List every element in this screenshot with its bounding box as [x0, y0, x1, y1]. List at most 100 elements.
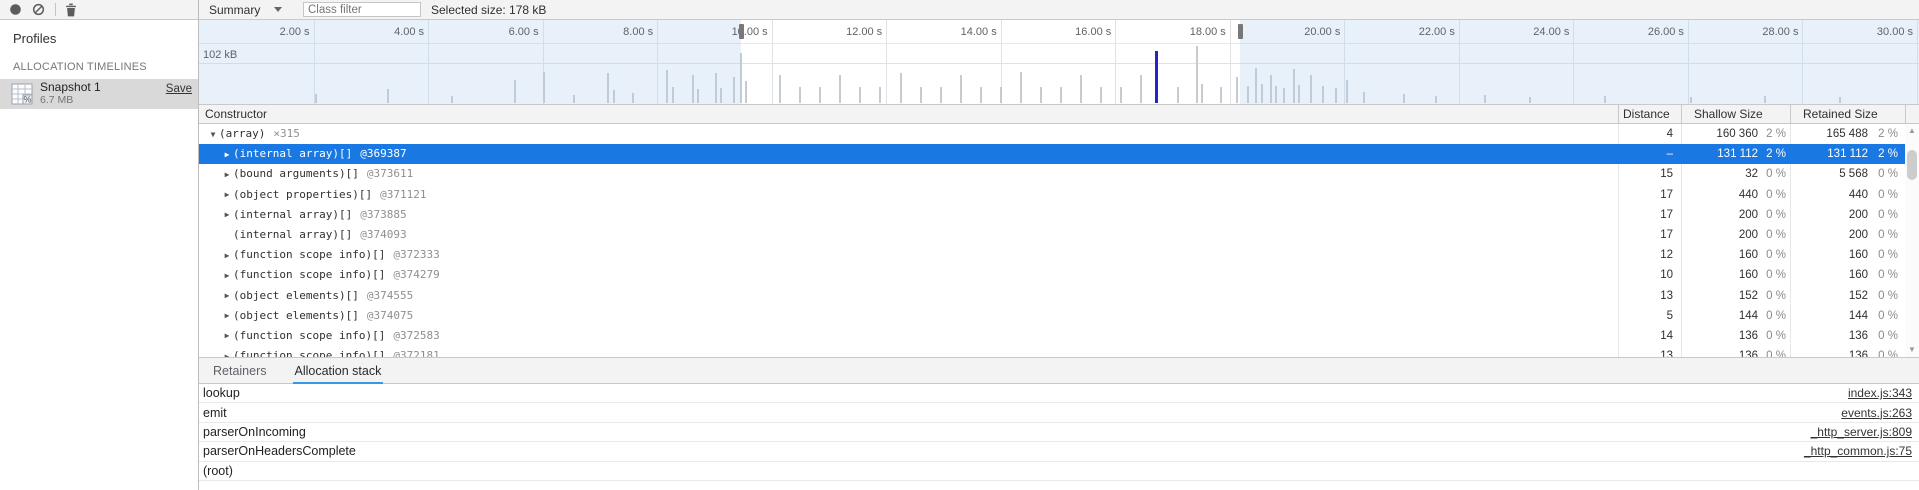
record-button[interactable] — [7, 2, 24, 18]
timeline-bar — [879, 87, 881, 103]
stack-frame-row[interactable]: parserOnIncoming_http_server.js:809 — [199, 423, 1919, 442]
timeline-bar — [1020, 72, 1022, 103]
allocation-timeline-overview[interactable]: 102 kB 2.00 s4.00 s6.00 s8.00 s10.00 s12… — [199, 20, 1919, 104]
stack-frame-row[interactable]: lookupindex.js:343 — [199, 384, 1919, 403]
grid-scrollbar[interactable]: ▲ ▼ — [1905, 124, 1919, 357]
column-header-constructor[interactable]: Constructor — [205, 107, 267, 121]
distance-value: 5 — [1619, 306, 1673, 326]
column-header-retained-size[interactable]: Retained Size — [1803, 107, 1878, 121]
stack-frame-row[interactable]: (root) — [199, 462, 1919, 481]
tab-allocation-stack[interactable]: Allocation stack — [293, 358, 384, 383]
stack-frame-row[interactable]: parserOnHeadersComplete _http_common.js:7… — [199, 442, 1919, 461]
perspective-select[interactable]: Summary — [209, 3, 297, 17]
profiles-title: Profiles — [0, 20, 198, 46]
time-tick-label: 12.00 s — [800, 26, 882, 39]
timeline-gridline — [772, 20, 773, 104]
table-row[interactable]: ▶(internal array)[]@373885172000 %2000 % — [199, 205, 1919, 225]
scroll-up-arrow-icon[interactable]: ▲ — [1905, 125, 1919, 137]
collapse-arrow-icon[interactable]: ▶ — [221, 145, 233, 165]
source-location-link[interactable]: _http_common.js:75 — [1804, 444, 1912, 458]
object-id: @374279 — [393, 268, 439, 281]
source-location-link[interactable]: events.js:263 — [1841, 406, 1912, 420]
shallow-size-value: 160 — [1684, 245, 1758, 265]
constructor-name: (bound arguments)[] — [233, 167, 359, 180]
shallow-size-value: 152 — [1684, 286, 1758, 306]
table-row[interactable]: ▶(internal array)[]@369387–131 1122 %131… — [199, 144, 1919, 164]
shallow-size-percent: 0 % — [1760, 346, 1786, 357]
stack-frame-name: parserOnHeadersComplete — [203, 444, 356, 458]
retained-size-value: 136 — [1794, 346, 1868, 357]
timeline-gridline — [1230, 20, 1231, 104]
shallow-size-value: 200 — [1684, 225, 1758, 245]
table-row[interactable]: ▶(object elements)[]@374555131520 %1520 … — [199, 286, 1919, 306]
collapse-arrow-icon[interactable]: ▶ — [221, 266, 233, 286]
column-header-shallow-size[interactable]: Shallow Size — [1694, 107, 1763, 121]
trash-icon — [65, 3, 77, 17]
collapse-arrow-icon[interactable]: ▶ — [221, 246, 233, 266]
object-id: @374075 — [367, 309, 413, 322]
timeline-bar — [819, 87, 821, 103]
column-header-distance[interactable]: Distance — [1623, 107, 1670, 121]
source-location-link[interactable]: _http_server.js:809 — [1811, 425, 1912, 439]
collapse-arrow-icon[interactable]: ▶ — [221, 165, 233, 185]
table-row[interactable]: ▶(function scope info)[]@372181131360 %1… — [199, 346, 1919, 357]
retained-size-percent: 0 % — [1870, 205, 1898, 225]
shallow-size-percent: 2 % — [1760, 124, 1786, 144]
retained-size-percent: 0 % — [1870, 245, 1898, 265]
retained-size-percent: 0 % — [1870, 225, 1898, 245]
scrollbar-thumb[interactable] — [1907, 150, 1917, 180]
sidebar-item-snapshot-1[interactable]: % Snapshot 1 6.7 MB Save — [0, 79, 198, 109]
svg-text:%: % — [23, 95, 31, 105]
table-row[interactable]: ▶(object properties)[]@371121174400 %440… — [199, 185, 1919, 205]
expand-arrow-icon[interactable]: ▼ — [207, 125, 219, 145]
shallow-size-percent: 0 % — [1760, 265, 1786, 285]
shallow-size-value: 136 — [1684, 346, 1758, 357]
tab-retainers[interactable]: Retainers — [211, 358, 269, 383]
timeline-bar — [745, 81, 747, 103]
stack-frame-row[interactable]: emitevents.js:263 — [199, 403, 1919, 422]
collapse-arrow-icon[interactable]: ▶ — [221, 205, 233, 225]
class-filter-input[interactable] — [303, 2, 421, 17]
save-link[interactable]: Save — [166, 83, 192, 95]
clear-profiles-button[interactable] — [30, 2, 47, 18]
source-location-link[interactable]: index.js:343 — [1848, 386, 1912, 400]
object-id: @372181 — [393, 349, 439, 357]
table-row[interactable]: ▼(array)×3154160 3602 %165 4882 % — [199, 124, 1919, 144]
table-row[interactable]: ▶(function scope info)[]@372583141360 %1… — [199, 326, 1919, 346]
collapse-arrow-icon[interactable]: ▶ — [221, 286, 233, 306]
table-row[interactable]: ▶(bound arguments)[]@37361115320 %5 5680… — [199, 164, 1919, 184]
timeline-bar — [1120, 87, 1122, 103]
retained-size-value: 440 — [1794, 185, 1868, 205]
table-row[interactable]: (internal array)[]@374093172000 %2000 % — [199, 225, 1919, 245]
selection-handle-left[interactable] — [739, 24, 744, 39]
timeline-bar — [1100, 87, 1102, 103]
shallow-size-percent: 0 % — [1760, 306, 1786, 326]
table-row[interactable]: ▶(object elements)[]@37407551440 %1440 % — [199, 306, 1919, 326]
profiles-toolbar — [0, 0, 198, 20]
distance-value: – — [1619, 144, 1673, 164]
timeline-bar — [1060, 87, 1062, 103]
collapse-arrow-icon[interactable]: ▶ — [221, 185, 233, 205]
shallow-size-percent: 2 % — [1760, 144, 1786, 164]
collapse-arrow-icon[interactable]: ▶ — [221, 326, 233, 346]
constructor-name: (internal array)[] — [233, 228, 352, 241]
retained-size-value: 165 488 — [1794, 124, 1868, 144]
retained-size-value: 152 — [1794, 286, 1868, 306]
table-row[interactable]: ▶(function scope info)[]@372333121600 %1… — [199, 245, 1919, 265]
distance-value: 4 — [1619, 124, 1673, 144]
object-id: @369387 — [360, 147, 406, 160]
selection-handle-right[interactable] — [1238, 24, 1243, 39]
scroll-down-arrow-icon[interactable]: ▼ — [1905, 344, 1919, 356]
retained-size-percent: 0 % — [1870, 286, 1898, 306]
collapse-arrow-icon[interactable]: ▶ — [221, 347, 233, 357]
details-tabs: Retainers Allocation stack — [199, 357, 1919, 384]
live-allocation-bar — [1155, 51, 1158, 103]
retained-size-value: 160 — [1794, 265, 1868, 285]
shallow-size-percent: 0 % — [1760, 326, 1786, 346]
heap-grid-header: Constructor Distance Shallow Size Retain… — [199, 104, 1919, 124]
table-row[interactable]: ▶(function scope info)[]@374279101600 %1… — [199, 265, 1919, 285]
delete-profile-button[interactable] — [62, 2, 79, 18]
retained-size-percent: 2 % — [1870, 144, 1898, 164]
collapse-arrow-icon[interactable]: ▶ — [221, 306, 233, 326]
constructor-name: (internal array)[] — [233, 208, 352, 221]
